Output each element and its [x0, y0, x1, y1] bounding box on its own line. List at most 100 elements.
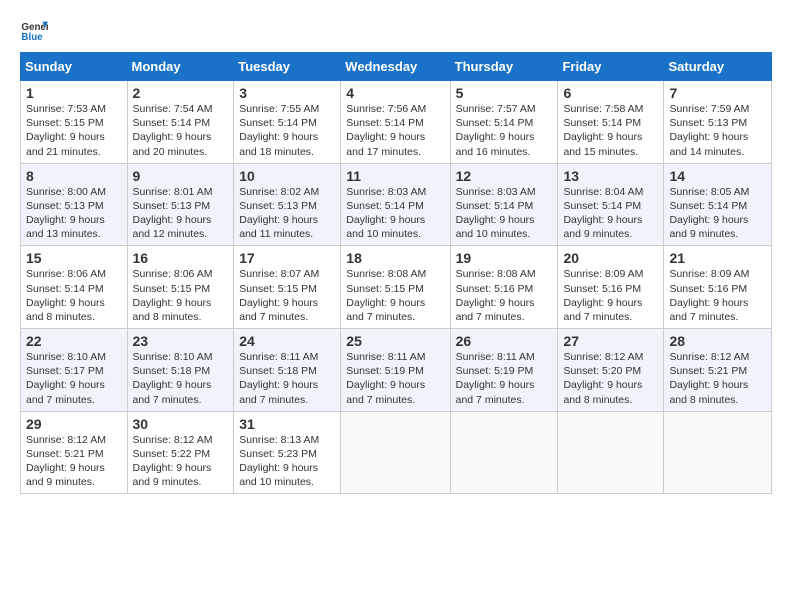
day-info: Sunrise: 7:55 AMSunset: 5:14 PMDaylight:… — [239, 102, 335, 159]
day-info: Sunrise: 8:01 AMSunset: 5:13 PMDaylight:… — [133, 185, 229, 242]
day-cell: 16Sunrise: 8:06 AMSunset: 5:15 PMDayligh… — [127, 246, 234, 329]
day-cell: 5Sunrise: 7:57 AMSunset: 5:14 PMDaylight… — [450, 81, 558, 164]
svg-text:Blue: Blue — [21, 32, 43, 43]
day-cell — [341, 411, 450, 494]
day-info: Sunrise: 8:06 AMSunset: 5:15 PMDaylight:… — [133, 267, 229, 324]
day-number: 17 — [239, 250, 335, 266]
day-number: 9 — [133, 168, 229, 184]
day-number: 18 — [346, 250, 444, 266]
day-cell: 22Sunrise: 8:10 AMSunset: 5:17 PMDayligh… — [21, 329, 128, 412]
day-number: 10 — [239, 168, 335, 184]
day-info: Sunrise: 8:12 AMSunset: 5:22 PMDaylight:… — [133, 433, 229, 490]
day-cell: 8Sunrise: 8:00 AMSunset: 5:13 PMDaylight… — [21, 163, 128, 246]
day-cell: 30Sunrise: 8:12 AMSunset: 5:22 PMDayligh… — [127, 411, 234, 494]
day-number: 7 — [669, 85, 766, 101]
day-number: 27 — [563, 333, 658, 349]
day-number: 1 — [26, 85, 122, 101]
header-cell-thursday: Thursday — [450, 53, 558, 81]
day-cell — [558, 411, 664, 494]
day-info: Sunrise: 7:59 AMSunset: 5:13 PMDaylight:… — [669, 102, 766, 159]
day-info: Sunrise: 8:08 AMSunset: 5:16 PMDaylight:… — [456, 267, 553, 324]
day-cell: 15Sunrise: 8:06 AMSunset: 5:14 PMDayligh… — [21, 246, 128, 329]
day-number: 21 — [669, 250, 766, 266]
day-cell: 20Sunrise: 8:09 AMSunset: 5:16 PMDayligh… — [558, 246, 664, 329]
logo-icon: General Blue — [20, 16, 48, 44]
header-cell-monday: Monday — [127, 53, 234, 81]
day-cell: 6Sunrise: 7:58 AMSunset: 5:14 PMDaylight… — [558, 81, 664, 164]
day-number: 14 — [669, 168, 766, 184]
header-cell-friday: Friday — [558, 53, 664, 81]
header-cell-wednesday: Wednesday — [341, 53, 450, 81]
day-info: Sunrise: 8:11 AMSunset: 5:19 PMDaylight:… — [346, 350, 444, 407]
day-number: 15 — [26, 250, 122, 266]
week-row-4: 22Sunrise: 8:10 AMSunset: 5:17 PMDayligh… — [21, 329, 772, 412]
day-cell: 14Sunrise: 8:05 AMSunset: 5:14 PMDayligh… — [664, 163, 772, 246]
day-number: 28 — [669, 333, 766, 349]
day-info: Sunrise: 8:09 AMSunset: 5:16 PMDaylight:… — [563, 267, 658, 324]
header-cell-sunday: Sunday — [21, 53, 128, 81]
day-cell: 2Sunrise: 7:54 AMSunset: 5:14 PMDaylight… — [127, 81, 234, 164]
day-info: Sunrise: 8:10 AMSunset: 5:17 PMDaylight:… — [26, 350, 122, 407]
calendar-header: SundayMondayTuesdayWednesdayThursdayFrid… — [21, 53, 772, 81]
day-number: 8 — [26, 168, 122, 184]
header-cell-saturday: Saturday — [664, 53, 772, 81]
day-cell: 1Sunrise: 7:53 AMSunset: 5:15 PMDaylight… — [21, 81, 128, 164]
day-cell: 19Sunrise: 8:08 AMSunset: 5:16 PMDayligh… — [450, 246, 558, 329]
day-number: 26 — [456, 333, 553, 349]
day-cell: 26Sunrise: 8:11 AMSunset: 5:19 PMDayligh… — [450, 329, 558, 412]
day-cell: 7Sunrise: 7:59 AMSunset: 5:13 PMDaylight… — [664, 81, 772, 164]
day-info: Sunrise: 7:58 AMSunset: 5:14 PMDaylight:… — [563, 102, 658, 159]
day-cell: 29Sunrise: 8:12 AMSunset: 5:21 PMDayligh… — [21, 411, 128, 494]
week-row-3: 15Sunrise: 8:06 AMSunset: 5:14 PMDayligh… — [21, 246, 772, 329]
header-cell-tuesday: Tuesday — [234, 53, 341, 81]
day-info: Sunrise: 8:00 AMSunset: 5:13 PMDaylight:… — [26, 185, 122, 242]
calendar-table: SundayMondayTuesdayWednesdayThursdayFrid… — [20, 52, 772, 494]
day-cell: 3Sunrise: 7:55 AMSunset: 5:14 PMDaylight… — [234, 81, 341, 164]
day-number: 24 — [239, 333, 335, 349]
day-cell: 13Sunrise: 8:04 AMSunset: 5:14 PMDayligh… — [558, 163, 664, 246]
day-cell: 25Sunrise: 8:11 AMSunset: 5:19 PMDayligh… — [341, 329, 450, 412]
day-info: Sunrise: 8:03 AMSunset: 5:14 PMDaylight:… — [346, 185, 444, 242]
day-number: 6 — [563, 85, 658, 101]
week-row-2: 8Sunrise: 8:00 AMSunset: 5:13 PMDaylight… — [21, 163, 772, 246]
day-number: 19 — [456, 250, 553, 266]
day-cell: 4Sunrise: 7:56 AMSunset: 5:14 PMDaylight… — [341, 81, 450, 164]
day-info: Sunrise: 8:12 AMSunset: 5:21 PMDaylight:… — [26, 433, 122, 490]
day-cell — [450, 411, 558, 494]
day-info: Sunrise: 7:54 AMSunset: 5:14 PMDaylight:… — [133, 102, 229, 159]
day-number: 23 — [133, 333, 229, 349]
day-info: Sunrise: 8:05 AMSunset: 5:14 PMDaylight:… — [669, 185, 766, 242]
day-number: 11 — [346, 168, 444, 184]
day-info: Sunrise: 7:57 AMSunset: 5:14 PMDaylight:… — [456, 102, 553, 159]
day-cell: 23Sunrise: 8:10 AMSunset: 5:18 PMDayligh… — [127, 329, 234, 412]
day-cell: 10Sunrise: 8:02 AMSunset: 5:13 PMDayligh… — [234, 163, 341, 246]
day-info: Sunrise: 8:07 AMSunset: 5:15 PMDaylight:… — [239, 267, 335, 324]
day-cell — [664, 411, 772, 494]
day-cell: 27Sunrise: 8:12 AMSunset: 5:20 PMDayligh… — [558, 329, 664, 412]
day-info: Sunrise: 8:06 AMSunset: 5:14 PMDaylight:… — [26, 267, 122, 324]
calendar-body: 1Sunrise: 7:53 AMSunset: 5:15 PMDaylight… — [21, 81, 772, 494]
day-number: 30 — [133, 416, 229, 432]
week-row-5: 29Sunrise: 8:12 AMSunset: 5:21 PMDayligh… — [21, 411, 772, 494]
day-info: Sunrise: 7:56 AMSunset: 5:14 PMDaylight:… — [346, 102, 444, 159]
day-number: 22 — [26, 333, 122, 349]
day-cell: 17Sunrise: 8:07 AMSunset: 5:15 PMDayligh… — [234, 246, 341, 329]
day-cell: 24Sunrise: 8:11 AMSunset: 5:18 PMDayligh… — [234, 329, 341, 412]
day-info: Sunrise: 8:09 AMSunset: 5:16 PMDaylight:… — [669, 267, 766, 324]
day-info: Sunrise: 8:11 AMSunset: 5:19 PMDaylight:… — [456, 350, 553, 407]
day-number: 31 — [239, 416, 335, 432]
day-number: 12 — [456, 168, 553, 184]
day-info: Sunrise: 8:10 AMSunset: 5:18 PMDaylight:… — [133, 350, 229, 407]
day-cell: 11Sunrise: 8:03 AMSunset: 5:14 PMDayligh… — [341, 163, 450, 246]
day-cell: 21Sunrise: 8:09 AMSunset: 5:16 PMDayligh… — [664, 246, 772, 329]
day-info: Sunrise: 8:03 AMSunset: 5:14 PMDaylight:… — [456, 185, 553, 242]
day-number: 5 — [456, 85, 553, 101]
day-cell: 12Sunrise: 8:03 AMSunset: 5:14 PMDayligh… — [450, 163, 558, 246]
logo: General Blue — [20, 16, 48, 44]
day-info: Sunrise: 8:08 AMSunset: 5:15 PMDaylight:… — [346, 267, 444, 324]
day-cell: 18Sunrise: 8:08 AMSunset: 5:15 PMDayligh… — [341, 246, 450, 329]
header: General Blue — [20, 16, 772, 44]
day-info: Sunrise: 8:11 AMSunset: 5:18 PMDaylight:… — [239, 350, 335, 407]
day-number: 3 — [239, 85, 335, 101]
day-number: 25 — [346, 333, 444, 349]
